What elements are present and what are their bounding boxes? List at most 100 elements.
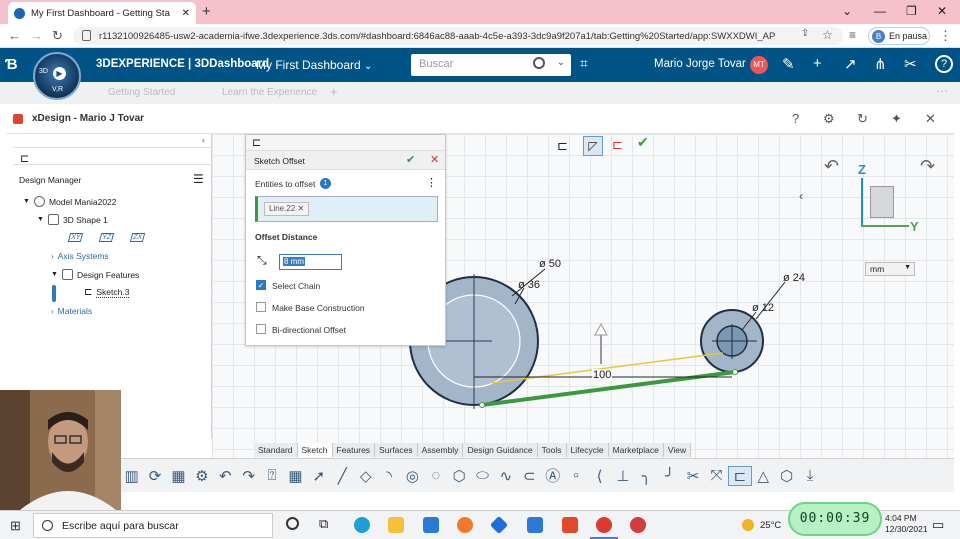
tools-icon[interactable]: ✂ [904, 55, 917, 73]
chrome-icon[interactable] [596, 517, 612, 533]
add-icon[interactable]: + [813, 55, 822, 72]
share-icon[interactable]: ⇪ [801, 28, 809, 39]
minimize-button[interactable]: — [874, 4, 886, 18]
tab-marketplace[interactable]: Marketplace [609, 443, 664, 457]
profile-button[interactable]: B En pausa [868, 27, 930, 45]
offset-tool-icon[interactable]: ⊏ [728, 465, 752, 486]
browser-menu-icon[interactable]: ⋮ [939, 28, 952, 44]
taskbar-clock[interactable]: 4:04 PM 12/30/2021 [885, 513, 928, 535]
weather-icon[interactable] [742, 519, 754, 531]
tab-getting-started[interactable]: Getting Started [108, 87, 175, 98]
tab-learn-experience[interactable]: Learn the Experience [222, 87, 317, 98]
share-icon[interactable]: ↗ [844, 55, 857, 73]
tree-item-shape[interactable]: ▼ 3D Shape 1 [37, 214, 108, 225]
save-icon[interactable]: ▥ [120, 467, 143, 485]
text-icon[interactable]: Ⓐ [541, 465, 564, 486]
point-icon[interactable]: ▫ [564, 467, 587, 484]
tab-assembly[interactable]: Assembly [418, 443, 464, 457]
tab-tools[interactable]: Tools [538, 443, 567, 457]
tab-menu-icon[interactable]: ⋯ [936, 84, 948, 98]
rectangle-icon[interactable]: ◇ [354, 467, 377, 485]
exit-sketch-icon[interactable]: ⊏ [612, 137, 623, 153]
forward-icon[interactable]: → [30, 28, 43, 43]
dim-100[interactable]: 100 [592, 369, 613, 381]
url-field[interactable]: r1132100926485-usw2-academia-ifwe.3dexpe… [73, 27, 843, 45]
gear-icon[interactable]: ⚙ [823, 111, 835, 127]
search-input[interactable]: Buscar ⌄ [411, 54, 571, 76]
plane-xy-icon[interactable]: XY [67, 233, 84, 242]
accept-sketch-icon[interactable]: ✔ [637, 134, 649, 151]
plane-yz-icon[interactable]: YZ [99, 233, 115, 242]
entity-chip[interactable]: Line.22 ✕ [264, 202, 310, 216]
chat-icon[interactable]: ✎ [782, 55, 795, 73]
reading-list-icon[interactable]: ≡ [849, 28, 856, 42]
remove-entity-icon[interactable]: ✕ [297, 204, 304, 213]
recording-timer[interactable]: 00:00:39 [788, 502, 882, 536]
more-options-icon[interactable]: ⋮ [426, 176, 437, 189]
tree-item-design-features[interactable]: ▼ Design Features [51, 269, 139, 280]
maximize-button[interactable]: ❐ [906, 4, 917, 18]
back-icon[interactable]: ← [8, 28, 21, 43]
office-icon[interactable] [562, 517, 578, 533]
expand-arrow-icon[interactable]: › [51, 252, 54, 261]
cortana-icon[interactable] [286, 517, 299, 530]
sketch-tool-icon[interactable]: ⊏ [557, 138, 568, 154]
network-icon[interactable]: ⋔ [874, 55, 887, 73]
help-icon[interactable]: ⍰ [260, 467, 283, 484]
store-icon[interactable] [527, 517, 543, 533]
edge-icon[interactable] [354, 517, 370, 533]
ds-logo-icon[interactable]: Ɓ [5, 56, 18, 73]
tab-view[interactable]: View [664, 443, 692, 457]
collapse-panel-icon[interactable]: ‹ [202, 135, 205, 145]
rotate-right-icon[interactable]: ↷ [920, 156, 935, 177]
tab-surfaces[interactable]: Surfaces [375, 443, 418, 457]
task-view-icon[interactable]: ⧉ [319, 516, 328, 532]
dim-d36[interactable]: ø 36 [518, 279, 540, 291]
line-endpoint[interactable] [732, 369, 738, 375]
tree-item-sketch[interactable]: ⊏ Sketch.3 [84, 287, 130, 298]
pointer-icon[interactable]: ➚ [307, 467, 330, 485]
dim-d12[interactable]: ø 12 [752, 302, 774, 314]
search-dropdown-icon[interactable]: ⌄ [557, 57, 565, 68]
new-tab-button[interactable]: + [202, 3, 211, 20]
tab-features[interactable]: Features [333, 443, 376, 457]
refresh-model-icon[interactable]: ⟳ [143, 467, 166, 485]
model-view-icon[interactable]: ▦ [167, 467, 190, 485]
flip-direction-icon[interactable]: ⤡ [257, 253, 267, 268]
file-explorer-icon[interactable] [388, 517, 404, 533]
tree-item-model[interactable]: ▼ Model Mania2022 [23, 196, 117, 207]
help-icon[interactable]: ? [935, 55, 953, 73]
compass-icon[interactable]: 3D ▶ V,R [33, 52, 81, 100]
cancel-icon[interactable]: ✕ [430, 153, 439, 166]
menu-icon[interactable]: ☰ [193, 172, 204, 186]
confirm-icon[interactable]: ✔ [406, 153, 415, 166]
expand-arrow-icon[interactable]: ▼ [23, 198, 30, 205]
line-icon[interactable]: ╱ [331, 467, 354, 485]
add-tab-icon[interactable]: + [330, 84, 338, 99]
chamfer-icon[interactable]: ╯ [658, 467, 681, 485]
mirror-icon[interactable]: △ [752, 467, 775, 485]
expand-arrow-icon[interactable]: › [51, 307, 54, 316]
tag-icon[interactable]: ⌗ [580, 55, 588, 72]
unit-select[interactable]: mm ▼ [865, 262, 915, 276]
pattern-icon[interactable]: ⤓ [798, 467, 821, 484]
tangent-arc-icon[interactable]: ◌ [424, 467, 447, 484]
help-icon[interactable]: ? [792, 111, 799, 126]
view-cube[interactable]: Z Y [858, 162, 919, 234]
dropbox-icon[interactable] [489, 515, 509, 535]
rotate-left-icon[interactable]: ↶ [824, 156, 839, 177]
undo-icon[interactable]: ↶ [214, 467, 237, 485]
expand-arrow-icon[interactable]: ▼ [37, 216, 44, 223]
temperature[interactable]: 25°C [760, 520, 781, 531]
tab-design-guidance[interactable]: Design Guidance [463, 443, 538, 457]
spline-icon[interactable]: ∿ [494, 467, 517, 485]
close-icon[interactable]: ✕ [925, 111, 936, 127]
dim-d24[interactable]: ø 24 [783, 272, 805, 284]
user-avatar[interactable]: MT [750, 56, 768, 74]
entities-field[interactable]: Line.22 ✕ [255, 196, 438, 222]
recorder-icon[interactable] [630, 517, 646, 533]
tree-item-materials[interactable]: › Materials [51, 306, 92, 316]
arc-icon[interactable]: ◝ [377, 467, 400, 485]
offset-distance-input[interactable]: 8 mm [279, 254, 342, 270]
polygon-icon[interactable]: ⬡ [447, 467, 470, 485]
